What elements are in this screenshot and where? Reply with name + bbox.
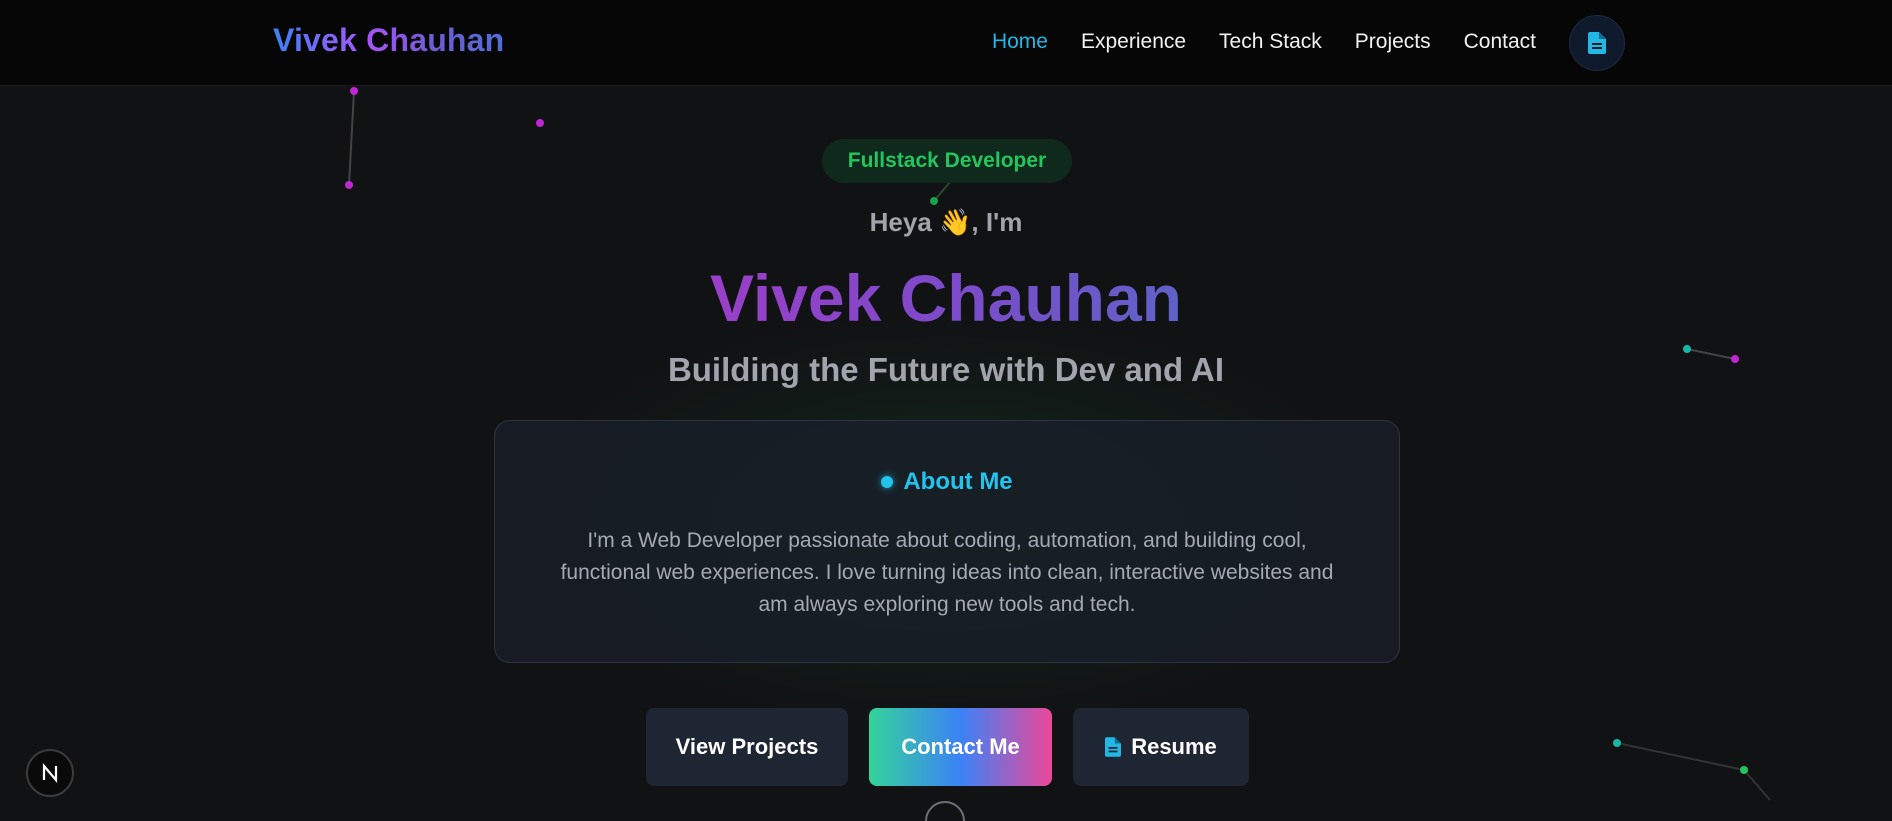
page: Vivek Chauhan Home Experience Tech Stack… bbox=[0, 0, 1892, 821]
document-icon bbox=[1105, 737, 1122, 757]
view-projects-label: View Projects bbox=[675, 734, 819, 759]
about-text: I'm a Web Developer passionate about cod… bbox=[560, 529, 1334, 616]
navbar: Vivek Chauhan Home Experience Tech Stack… bbox=[0, 0, 1892, 86]
nav-link-projects[interactable]: Projects bbox=[1355, 30, 1431, 54]
contact-me-label: Contact Me bbox=[901, 734, 1020, 759]
about-card: About Me I'm a Web Developer passionate … bbox=[494, 420, 1400, 663]
particle-network-bottom-right bbox=[1613, 739, 1771, 801]
about-heading: About Me bbox=[495, 468, 1399, 496]
contact-me-button[interactable]: Contact Me bbox=[869, 708, 1052, 786]
resume-button[interactable]: Resume bbox=[1073, 708, 1249, 786]
resume-icon-button[interactable] bbox=[1569, 15, 1625, 71]
greeting-text: Heya 👋, I'm bbox=[869, 207, 1023, 237]
n-logo-glyph bbox=[42, 763, 58, 783]
nav-link-contact[interactable]: Contact bbox=[1464, 30, 1536, 54]
nav-link-experience[interactable]: Experience bbox=[1081, 30, 1186, 54]
about-dot-icon bbox=[881, 476, 894, 488]
view-projects-button[interactable]: View Projects bbox=[646, 708, 848, 786]
nextjs-logo-icon[interactable] bbox=[26, 749, 74, 797]
document-icon bbox=[1588, 32, 1606, 54]
nav-link-home[interactable]: Home bbox=[992, 30, 1048, 54]
hero-name-text: Vivek Chauhan bbox=[710, 261, 1182, 335]
particle-network-center bbox=[930, 181, 951, 205]
particle-network-top-left bbox=[345, 87, 544, 189]
particle-background bbox=[345, 87, 1771, 801]
scroll-down-icon[interactable] bbox=[925, 801, 965, 821]
resume-label: Resume bbox=[1131, 734, 1217, 759]
role-badge: Fullstack Developer bbox=[822, 139, 1072, 183]
hero-tagline: Building the Future with Dev and AI bbox=[667, 351, 1225, 388]
nav-links: Home Experience Tech Stack Projects Cont… bbox=[992, 30, 1536, 54]
nav-link-tech-stack[interactable]: Tech Stack bbox=[1219, 30, 1322, 54]
about-title: About Me bbox=[903, 468, 1013, 495]
brand-logo[interactable]: Vivek Chauhan bbox=[273, 22, 504, 59]
hero-name: Vivek Chauhan bbox=[0, 258, 1892, 338]
